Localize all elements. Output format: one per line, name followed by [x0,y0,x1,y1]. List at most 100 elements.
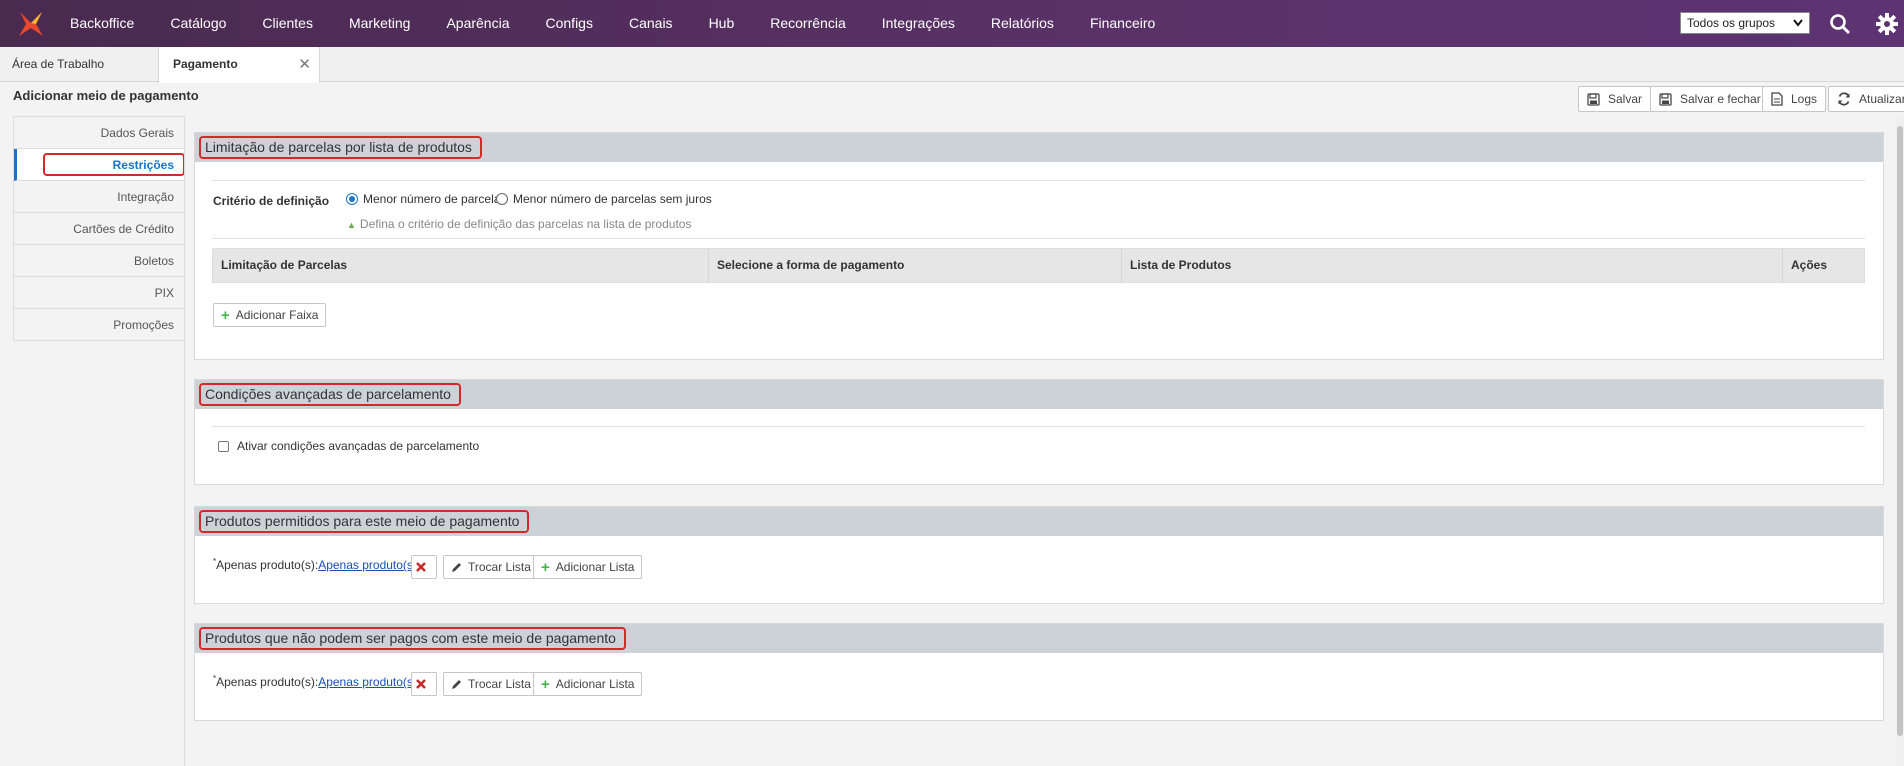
sidebar-item-integracao[interactable]: Integração [14,181,184,213]
group-select[interactable]: Todos os grupos [1680,12,1810,34]
plus-icon: + [541,675,550,693]
sidebar-divider [184,116,185,766]
plus-icon: + [541,558,550,576]
panel-title: Condições avançadas de parcelamento [199,383,461,406]
products-label-prefix: Apenas produto(s): [216,558,319,572]
nav-item-recorrencia[interactable]: Recorrência [752,0,863,47]
panel-title: Produtos que não podem ser pagos com est… [199,627,626,650]
add-list-label: Adicionar Lista [555,677,635,691]
checkbox-box[interactable] [218,440,229,452]
sidebar-item-label: Integração [117,190,174,204]
panel-header: Produtos que não podem ser pagos com est… [195,624,1883,653]
nav-item-catalogo[interactable]: Catálogo [152,0,244,47]
save-button[interactable]: Salvar [1578,86,1652,112]
products-label-prefix: Apenas produto(s): [216,675,319,689]
nav-item-integracoes[interactable]: Integrações [864,0,973,47]
sidebar-item-label: Dados Gerais [100,126,174,140]
radio-dot[interactable] [496,193,508,205]
floppy-icon [1587,92,1600,106]
nav-item-backoffice[interactable]: Backoffice [58,0,152,47]
nav-item-canais[interactable]: Canais [611,0,691,47]
save-close-button[interactable]: Salvar e fechar [1650,86,1770,112]
radio-menor-parcelas-sem-juros[interactable]: Menor número de parcelas sem juros [496,192,712,206]
sidebar-item-dados-gerais[interactable]: Dados Gerais [14,117,184,149]
floppy-icon [1659,92,1672,106]
swap-list-label: Trocar Lista [468,677,531,691]
highlight-box [43,153,185,176]
panel-header: Condições avançadas de parcelamento [195,380,1883,409]
criteria-label: Critério de definição [213,194,330,208]
refresh-icon [1838,92,1850,106]
column-header: Lista de Produtos [1122,249,1783,282]
column-header: Selecione a forma de pagamento [709,249,1122,282]
group-select-value: Todos os grupos [1687,16,1776,30]
radio-label: Menor número de parcelas [363,192,507,206]
add-list-label: Adicionar Lista [555,560,635,574]
settings-button[interactable] [1874,11,1900,37]
scrollbar[interactable] [1896,116,1904,766]
add-range-label: Adicionar Faixa [235,308,319,322]
logs-label: Logs [1791,92,1818,106]
table-header: Limitação de Parcelas Selecione a forma … [212,248,1865,283]
checkbox-label: Ativar condições avançadas de parcelamen… [237,439,480,453]
divider [212,238,1865,239]
nav-item-financeiro[interactable]: Financeiro [1072,0,1173,47]
remove-list-button[interactable] [411,672,437,696]
tab-label: Pagamento [173,57,238,71]
sidebar-item-cartoes[interactable]: Cartões de Crédito [14,213,184,245]
gear-icon [1876,13,1898,35]
panel-title: Produtos permitidos para este meio de pa… [199,510,530,533]
hint-text: Defina o critério de definição das parce… [359,217,692,231]
logo-icon [19,11,43,36]
column-header: Limitação de Parcelas [213,249,709,282]
radio-menor-parcelas[interactable]: Menor número de parcelas [346,192,506,206]
panel-excluded-products: Produtos que não podem ser pagos com est… [194,623,1884,721]
sidebar-item-promocoes[interactable]: Promoções [14,309,184,341]
search-button[interactable] [1828,12,1852,36]
nav-item-clientes[interactable]: Clientes [244,0,331,47]
swap-list-button[interactable]: Trocar Lista [443,672,539,696]
add-list-button[interactable]: + Adicionar Lista [533,672,643,696]
triangle-up-icon: ▲ [347,220,356,230]
sidebar-item-label: Cartões de Crédito [73,222,174,236]
pencil-icon [452,562,461,572]
refresh-button[interactable]: Atualizar [1828,86,1904,112]
panel-advanced-conditions: Condições avançadas de parcelamento Ativ… [194,379,1884,485]
tab-area-de-trabalho[interactable]: Área de Trabalho [0,47,158,82]
close-icon [416,562,426,572]
sidebar-item-pix[interactable]: PIX [14,277,184,309]
swap-list-button[interactable]: Trocar Lista [443,555,539,579]
app-logo[interactable] [8,0,54,47]
radio-label: Menor número de parcelas sem juros [513,192,712,206]
radio-dot[interactable] [346,193,358,205]
panel-header: Limitação de parcelas por lista de produ… [195,133,1883,162]
sidebar-item-label: Boletos [133,254,174,268]
advanced-conditions-checkbox[interactable]: Ativar condições avançadas de parcelamen… [218,439,479,453]
document-icon [1771,92,1783,106]
logs-button[interactable]: Logs [1762,86,1827,112]
nav-item-aparencia[interactable]: Aparência [428,0,527,47]
top-navbar: Backoffice Catálogo Clientes Marketing A… [0,0,1904,47]
sidebar-item-boletos[interactable]: Boletos [14,245,184,277]
close-icon[interactable]: ✕ [298,47,311,82]
products-label: *Apenas produto(s):Apenas produto(s): [213,557,421,572]
products-link[interactable]: Apenas produto(s): [318,675,420,689]
panel-allowed-products: Produtos permitidos para este meio de pa… [194,506,1884,604]
criteria-hint: ▲ Defina o critério de definição das parc… [347,217,691,231]
add-range-button[interactable]: + Adicionar Faixa [213,303,327,327]
nav-item-configs[interactable]: Configs [528,0,611,47]
tab-pagamento[interactable]: Pagamento ✕ [158,47,320,83]
panel-title: Limitação de parcelas por lista de produ… [199,136,482,159]
add-list-button[interactable]: + Adicionar Lista [533,555,643,579]
nav-item-relatorios[interactable]: Relatórios [973,0,1072,47]
products-link[interactable]: Apenas produto(s): [318,558,420,572]
tab-bar: Área de Trabalho Pagamento ✕ [0,47,1904,83]
nav-item-hub[interactable]: Hub [691,0,753,47]
scrollbar-thumb[interactable] [1897,126,1903,736]
tab-label: Área de Trabalho [12,57,105,71]
nav-item-marketing[interactable]: Marketing [331,0,428,47]
sidebar-item-label: Promoções [113,318,174,332]
sidebar-item-restricoes[interactable]: Restrições [14,149,185,181]
divider [212,180,1865,181]
remove-list-button[interactable] [411,555,437,579]
